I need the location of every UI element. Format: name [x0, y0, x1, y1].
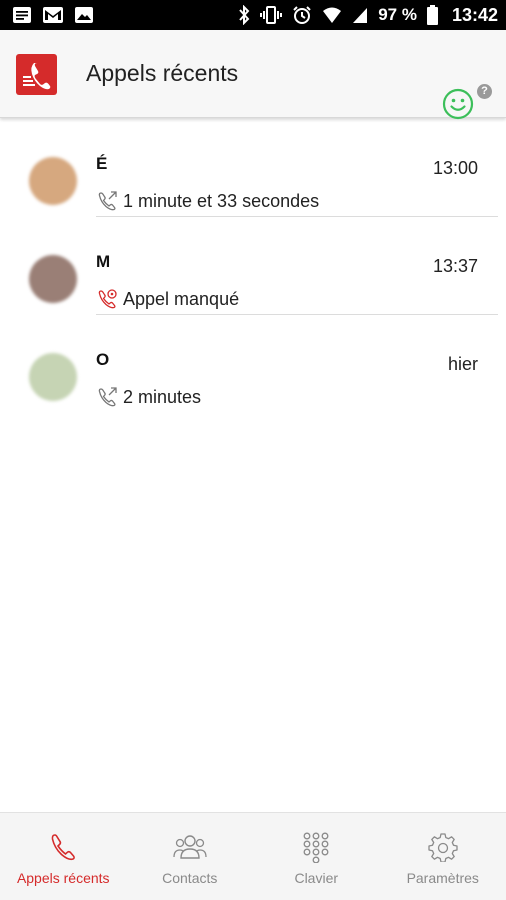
contacts-icon: [172, 831, 208, 863]
caller-name: É: [96, 154, 108, 173]
app-logo: [16, 54, 57, 95]
call-detail: 1 minute et 33 secondes: [96, 190, 319, 212]
call-status: Appel manqué: [123, 288, 240, 309]
nav-label: Contacts: [162, 870, 218, 886]
call-duration: 2 minutes: [123, 386, 202, 407]
bottom-navigation: Appels récents Contacts Clavier Paramètr…: [0, 812, 506, 900]
battery-percent: 97 %: [378, 5, 417, 24]
avatar: [29, 255, 77, 303]
call-detail: 2 minutes: [96, 386, 201, 408]
status-bar: 97 % 13:42: [0, 0, 506, 30]
nav-label: Clavier: [294, 870, 339, 886]
bluetooth-icon: [238, 5, 250, 25]
nav-item-keypad[interactable]: Clavier: [253, 813, 380, 900]
call-time: 13:00: [432, 158, 478, 178]
nav-label: Paramètres: [406, 870, 479, 886]
nav-item-contacts[interactable]: Contacts: [127, 813, 254, 900]
call-time: hier: [447, 354, 478, 374]
battery-icon: [426, 5, 438, 25]
status-bar-system: 97 % 13:42: [238, 5, 498, 26]
help-icon[interactable]: ?: [477, 84, 492, 99]
status-smiley-icon[interactable]: [442, 88, 474, 120]
clock: 13:42: [451, 4, 498, 25]
nav-item-settings[interactable]: Paramètres: [380, 813, 506, 900]
call-list-item[interactable]: O hier 2 minutes: [0, 315, 506, 413]
image-icon: [74, 6, 94, 24]
signal-icon: [352, 6, 368, 24]
avatar: [29, 353, 77, 401]
phone-logo-icon: [22, 62, 50, 89]
page-title: Appels récents: [86, 60, 239, 86]
call-list-item[interactable]: É 13:00 1 minute et 33 secondes: [0, 119, 506, 217]
caller-name: M: [96, 252, 111, 271]
nav-item-recent-calls[interactable]: Appels récents: [0, 813, 127, 900]
phone-icon: [48, 831, 78, 863]
avatar: [29, 157, 77, 205]
wifi-icon: [322, 6, 342, 24]
caller-name: O: [96, 350, 110, 369]
call-detail: Appel manqué: [96, 288, 239, 310]
vibrate-icon: [260, 5, 283, 25]
recent-calls-list: É 13:00 1 minute et 33 secondes M 13:37 …: [0, 119, 506, 413]
gear-icon: [428, 831, 458, 863]
status-bar-notifications: [12, 6, 94, 24]
app-bar: Appels récents ?: [0, 30, 506, 120]
missed-call-icon: [98, 289, 117, 309]
gmail-icon: [42, 6, 64, 24]
keypad-icon: [301, 831, 331, 863]
outgoing-call-icon: [98, 387, 117, 407]
call-list-item[interactable]: M 13:37 Appel manqué: [0, 217, 506, 315]
alarm-icon: [292, 5, 312, 25]
outgoing-call-icon: [98, 191, 117, 211]
call-time: 13:37: [432, 256, 478, 276]
call-duration: 1 minute et 33 secondes: [123, 190, 320, 211]
nav-label: Appels récents: [16, 870, 110, 886]
notes-icon: [12, 6, 32, 24]
